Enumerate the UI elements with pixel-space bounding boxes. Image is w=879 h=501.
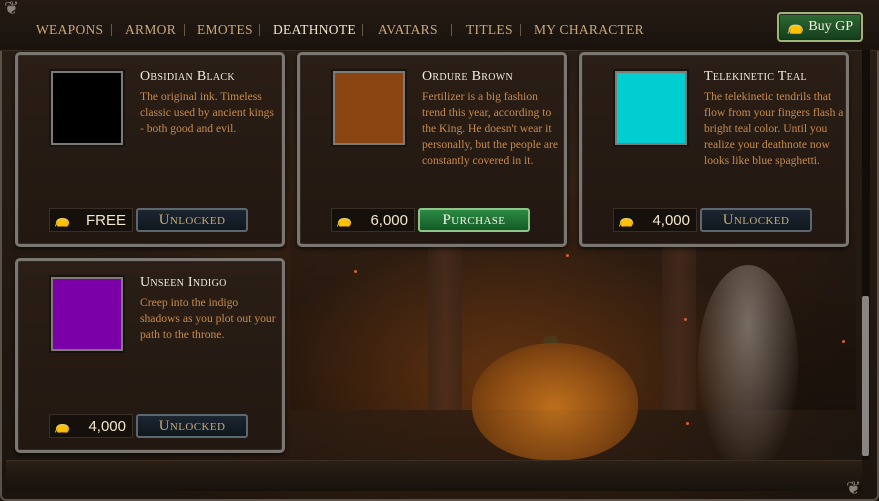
ink-color-swatch (51, 277, 123, 351)
item-card-ordure-brown[interactable]: Ordure Brown Fertilizer is a big fashion… (297, 52, 567, 247)
item-price: 4,000 (652, 211, 690, 229)
ember-particle (842, 340, 845, 343)
scrollbar-thumb[interactable] (862, 296, 869, 456)
jack-o-lantern-decoration (472, 343, 638, 460)
item-price: 6,000 (370, 211, 408, 229)
ember-particle (684, 318, 687, 321)
unlocked-button[interactable]: Unlocked (136, 414, 248, 438)
category-nav: ❦ WEAPONS ARMOR EMOTES DEATHNOTE AVATARS… (0, 0, 879, 51)
item-name: Telekinetic Teal (704, 69, 807, 84)
unlocked-button[interactable]: Unlocked (136, 208, 248, 232)
item-description: The original ink. Timeless classic used … (140, 90, 274, 135)
item-description: Fertilizer is a big fashion trend this y… (422, 90, 559, 167)
purchase-button[interactable]: Purchase (418, 208, 530, 232)
item-name: Obsidian Black (140, 69, 235, 84)
tab-avatars[interactable]: AVATARS (378, 22, 438, 38)
tab-deathnote[interactable]: DEATHNOTE (273, 22, 356, 38)
money-bag-icon: 👝 (786, 19, 805, 35)
tab-my-character[interactable]: MY CHARACTER (534, 22, 644, 38)
corner-ornament-icon: ❦ (846, 478, 862, 498)
item-description: Creep into the indigo shadows as you plo… (140, 296, 276, 341)
item-description: The telekinetic tendrils that flow from … (704, 90, 844, 167)
ink-color-swatch (333, 71, 405, 145)
tab-divider (184, 24, 185, 36)
money-bag-icon: 👝 (618, 212, 635, 227)
bottom-bar (6, 460, 862, 491)
tab-weapons[interactable]: WEAPONS (36, 22, 103, 38)
money-bag-icon: 👝 (336, 212, 353, 227)
tab-divider (111, 24, 112, 36)
price-box: 👝 4,000 (49, 414, 133, 438)
money-bag-icon: 👝 (54, 418, 71, 433)
buy-gp-label: Buy GP (808, 19, 854, 34)
ember-particle (566, 254, 569, 257)
corner-ornament-icon: ❦ (4, 0, 20, 18)
tab-divider (520, 24, 521, 36)
price-box: 👝 6,000 (331, 208, 415, 232)
price-box: 👝 FREE (49, 208, 133, 232)
price-box: 👝 4,000 (613, 208, 697, 232)
buy-gp-button[interactable]: 👝 Buy GP (777, 12, 863, 42)
tab-titles[interactable]: TITLES (466, 22, 513, 38)
tab-divider (259, 24, 260, 36)
item-price: 4,000 (88, 417, 126, 435)
item-card-unseen-indigo[interactable]: Unseen Indigo Creep into the indigo shad… (15, 258, 285, 453)
ghost-decoration (698, 265, 798, 460)
item-card-telekinetic-teal[interactable]: Telekinetic Teal The telekinetic tendril… (579, 52, 849, 247)
tab-emotes[interactable]: EMOTES (197, 22, 253, 38)
item-card-obsidian-black[interactable]: Obsidian Black The original ink. Timeles… (15, 52, 285, 247)
ember-particle (354, 270, 357, 273)
ink-color-swatch (615, 71, 687, 145)
item-name: Ordure Brown (422, 69, 513, 84)
item-price: FREE (85, 211, 126, 229)
tab-divider (362, 24, 363, 36)
tab-divider (451, 24, 452, 36)
unlocked-button[interactable]: Unlocked (700, 208, 812, 232)
tab-armor[interactable]: ARMOR (125, 22, 176, 38)
ember-particle (686, 422, 689, 425)
ink-color-swatch (51, 71, 123, 145)
money-bag-icon: 👝 (54, 212, 71, 227)
item-name: Unseen Indigo (140, 275, 227, 290)
